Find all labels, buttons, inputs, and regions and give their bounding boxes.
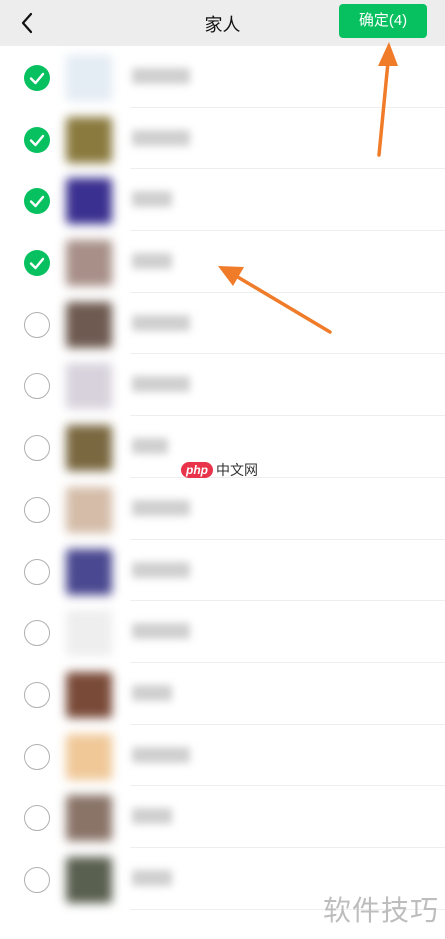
annotation-arrows — [218, 42, 398, 334]
arrow-to-selected — [218, 266, 332, 334]
arrow-to-confirm — [377, 42, 398, 157]
